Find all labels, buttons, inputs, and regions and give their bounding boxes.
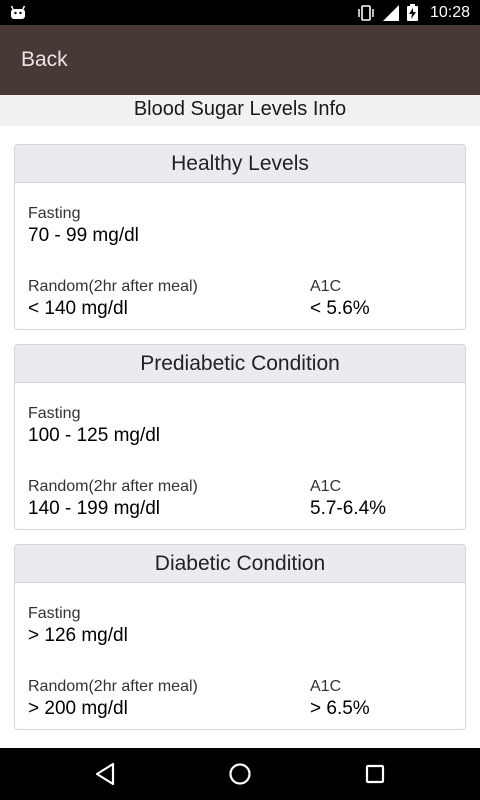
random-label: Random(2hr after meal) (28, 478, 198, 495)
status-bar: 10:28 (0, 0, 480, 25)
a1c-value: 5.7-6.4% (310, 498, 387, 519)
a1c-value: < 5.6% (310, 298, 370, 319)
a1c-value: > 6.5% (310, 698, 370, 719)
app-bar: Back (0, 25, 480, 95)
a1c-label: A1C (310, 478, 342, 495)
page-title: Blood Sugar Levels Info (0, 95, 480, 126)
vibrate-icon (358, 4, 374, 21)
random-value: < 140 mg/dl (28, 298, 128, 319)
random-value: 140 - 199 mg/dl (28, 498, 161, 519)
signal-icon (382, 4, 399, 21)
card-prediabetic-condition: Prediabetic Condition Fasting 100 - 125 … (14, 344, 466, 530)
android-icon (10, 5, 26, 19)
random-value: > 200 mg/dl (28, 698, 128, 719)
card-title: Healthy Levels (15, 145, 465, 183)
back-button[interactable]: Back (21, 45, 68, 75)
battery-charging-icon (406, 4, 418, 21)
random-label: Random(2hr after meal) (28, 278, 198, 295)
a1c-label: A1C (310, 278, 342, 295)
card-diabetic-condition: Diabetic Condition Fasting > 126 mg/dl R… (14, 544, 466, 730)
random-label: Random(2hr after meal) (28, 678, 198, 695)
back-triangle-icon[interactable] (91, 760, 119, 788)
recents-square-icon[interactable] (361, 760, 389, 788)
a1c-label: A1C (310, 678, 342, 695)
fasting-label: Fasting (28, 605, 81, 622)
fasting-label: Fasting (28, 405, 81, 422)
card-healthy-levels: Healthy Levels Fasting 70 - 99 mg/dl Ran… (14, 144, 466, 330)
fasting-value: 70 - 99 mg/dl (28, 225, 139, 246)
home-circle-icon[interactable] (226, 760, 254, 788)
card-title: Prediabetic Condition (15, 345, 465, 383)
fasting-value: > 126 mg/dl (28, 625, 128, 646)
fasting-value: 100 - 125 mg/dl (28, 425, 161, 446)
fasting-label: Fasting (28, 205, 81, 222)
navigation-bar (0, 748, 480, 800)
card-title: Diabetic Condition (15, 545, 465, 583)
status-time: 10:28 (429, 3, 470, 21)
